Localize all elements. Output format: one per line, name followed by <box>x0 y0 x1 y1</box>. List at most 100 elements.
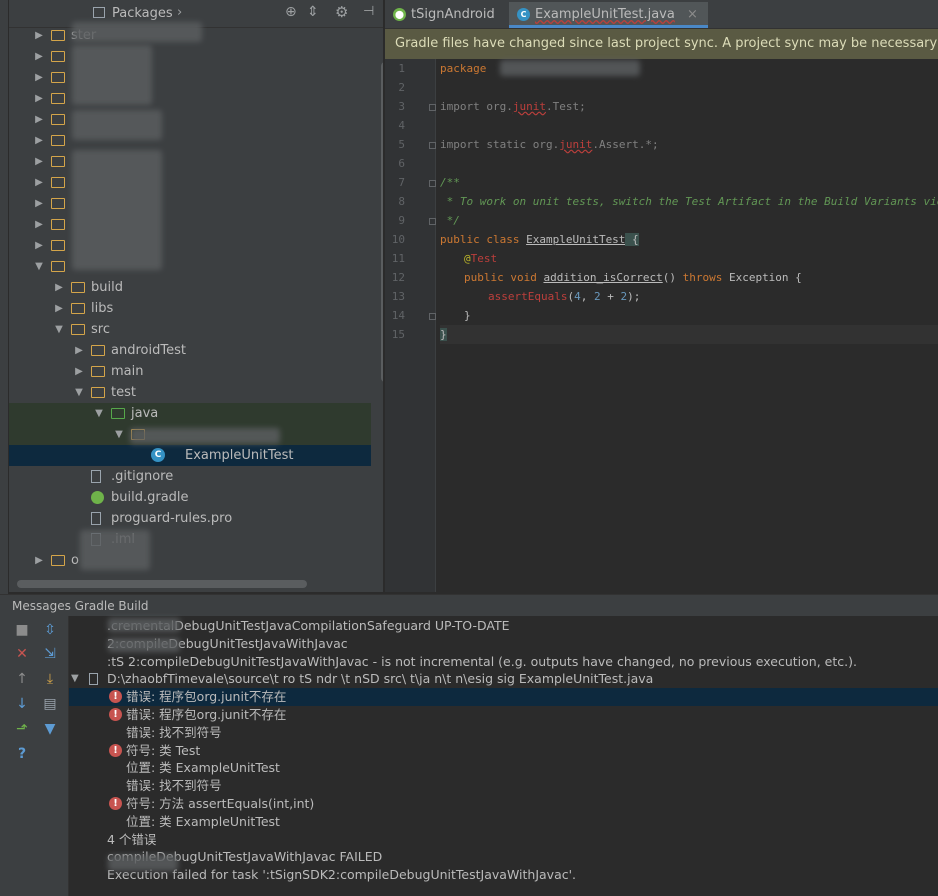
message-row[interactable]: Execution failed for task ':tSignSDK2:co… <box>69 866 938 884</box>
tree-item[interactable]: ▶ androidTest <box>9 340 371 361</box>
chevron-down-icon[interactable]: ▼ <box>73 382 85 403</box>
error-message-row[interactable]: ! 符号: 方法 assertEquals(int,int) <box>69 795 938 813</box>
next-icon[interactable]: ↓ <box>14 696 30 712</box>
error-message-row[interactable]: ! 符号: 类 Test <box>69 742 938 760</box>
tree-item[interactable]: ▼ java <box>9 403 371 424</box>
tree-item[interactable]: ▶ libs <box>9 298 371 319</box>
tree-item[interactable]: C ExampleUnitTest <box>9 445 371 466</box>
export-icon[interactable]: ⤓ <box>42 671 58 687</box>
chevron-right-icon[interactable]: ▶ <box>33 109 45 130</box>
collapse-icon[interactable]: ⇕ <box>307 4 319 20</box>
tree-item-label: .gitignore <box>111 469 174 484</box>
chevron-right-icon[interactable]: ▶ <box>33 25 45 46</box>
tree-item[interactable]: ▶ <box>9 151 371 172</box>
project-scrollbar-vertical[interactable] <box>381 62 383 382</box>
chevron-right-icon[interactable]: ▶ <box>53 277 65 298</box>
chevron-right-icon[interactable]: ▶ <box>33 235 45 256</box>
list-icon[interactable]: ▤ <box>42 696 58 712</box>
tree-item[interactable]: ▶ <box>9 235 371 256</box>
messages-list[interactable]: .crementalDebugUnitTestJavaCompilationSa… <box>69 616 938 896</box>
tree-item[interactable]: ▶ <box>9 193 371 214</box>
project-scrollbar-horizontal[interactable] <box>17 580 307 588</box>
chevron-right-icon[interactable]: ▶ <box>33 172 45 193</box>
chevron-down-icon[interactable]: ▼ <box>113 424 125 445</box>
stop-icon[interactable]: ■ <box>14 622 30 638</box>
tree-item[interactable]: ▶ <box>9 46 371 67</box>
chevron-right-icon[interactable]: ▶ <box>33 550 45 571</box>
tree-item[interactable]: ▼ src <box>9 319 371 340</box>
fold-marker-icon[interactable] <box>429 180 436 187</box>
tree-item[interactable]: ▼ test <box>9 382 371 403</box>
close-icon[interactable]: ✕ <box>14 646 30 662</box>
tab-label: tSignAndroid <box>411 7 495 22</box>
help-icon[interactable]: ? <box>14 746 30 762</box>
fold-marker-icon[interactable] <box>429 104 436 111</box>
previous-icon[interactable]: ↑ <box>14 671 30 687</box>
tab-exampleunittest[interactable]: C ExampleUnitTest.java × <box>509 2 708 28</box>
message-row[interactable]: .crementalDebugUnitTestJavaCompilationSa… <box>69 617 938 635</box>
tree-item[interactable]: ▶ o <box>9 550 371 571</box>
tree-item[interactable]: build.gradle <box>9 487 371 508</box>
chevron-right-icon[interactable]: ▶ <box>33 46 45 67</box>
error-message-row[interactable]: ! 错误: 程序包org.junit不存在 <box>69 688 938 707</box>
tree-item[interactable]: ▼ <box>9 256 371 277</box>
tree-item[interactable]: ▶ <box>9 214 371 235</box>
chevron-down-icon[interactable]: ▼ <box>93 403 105 424</box>
close-icon[interactable]: × <box>687 7 698 22</box>
chevron-right-icon[interactable]: ▶ <box>33 151 45 172</box>
gear-icon[interactable]: ⚙ <box>335 3 348 21</box>
fold-marker-icon[interactable] <box>429 313 436 320</box>
chevron-right-icon[interactable]: ▶ <box>33 88 45 109</box>
tree-item[interactable]: ▶ <box>9 67 371 88</box>
message-row[interactable]: 2:compileDebugUnitTestJavaWithJavac <box>69 635 938 653</box>
chevron-right-icon[interactable]: ▶ <box>33 214 45 235</box>
chevron-right-icon[interactable]: ▶ <box>33 130 45 151</box>
tree-item[interactable]: ▶ main <box>9 361 371 382</box>
locate-icon[interactable]: ⊕ <box>285 4 297 20</box>
messages-toolbar: ■ ⇳ ✕ ⇲ ↑ ⤓ ↓ ▤ ⬏ ▼ ? <box>0 616 69 896</box>
filter-icon[interactable]: ▼ <box>42 721 58 737</box>
chevron-down-icon[interactable]: ▼ <box>71 670 79 688</box>
left-tool-strip[interactable] <box>0 0 9 596</box>
message-row[interactable]: 位置: 类 ExampleUnitTest <box>69 759 938 777</box>
fold-marker-icon[interactable] <box>429 142 436 149</box>
tree-item[interactable]: ▶ <box>9 172 371 193</box>
chevron-right-icon[interactable]: ▶ <box>73 340 85 361</box>
chevron-down-icon[interactable]: ▼ <box>53 319 65 340</box>
message-row[interactable]: 错误: 找不到符号 <box>69 777 938 795</box>
error-message-row[interactable]: ! 错误: 程序包org.junit不存在 <box>69 706 938 724</box>
chevron-down-icon[interactable]: ▼ <box>33 256 45 277</box>
view-selector[interactable]: Packages <box>112 6 173 21</box>
tree-item[interactable]: ▶ <box>9 130 371 151</box>
code-editor[interactable]: package import org.junit.Test; import st… <box>440 59 938 592</box>
message-row[interactable]: 位置: 类 ExampleUnitTest <box>69 813 938 831</box>
message-row[interactable]: ▼ D:\zhaobfTimevale\source\t ro tS ndr \t… <box>69 670 938 688</box>
fold-marker-icon[interactable] <box>429 218 436 225</box>
message-row[interactable]: :tS 2:compileDebugUnitTestJavaWithJavac … <box>69 653 938 671</box>
tree-item[interactable]: .iml <box>9 529 371 550</box>
redacted-blur <box>130 428 280 444</box>
tree-item[interactable]: ▶ <box>9 109 371 130</box>
tree-item[interactable]: proguard-rules.pro <box>9 508 371 529</box>
chevron-right-icon[interactable]: ▶ <box>33 193 45 214</box>
message-row[interactable]: compileDebugUnitTestJavaWithJavac FAILED <box>69 848 938 866</box>
chevron-right-icon[interactable]: ▶ <box>33 67 45 88</box>
line-number: 11 <box>391 252 405 265</box>
chevron-right-icon[interactable]: ▶ <box>53 298 65 319</box>
tree-item[interactable]: ▶ <box>9 88 371 109</box>
message-row[interactable]: 错误: 找不到符号 <box>69 724 938 742</box>
chevron-right-icon[interactable]: ▶ <box>73 361 85 382</box>
tree-item[interactable]: ▶ build <box>9 277 371 298</box>
message-row[interactable]: 4 个错误 <box>69 831 938 849</box>
tree-item[interactable]: .gitignore <box>9 466 371 487</box>
line-number: 6 <box>398 157 405 170</box>
chevron-right-icon[interactable]: › <box>177 5 182 20</box>
project-tree[interactable]: ▶ster▶▶▶▶▶▶▶▶▶▶▼▶build▶libs▼src▶androidT… <box>9 24 383 584</box>
expand-all-icon[interactable]: ⇳ <box>42 622 58 638</box>
open-source-icon[interactable]: ⬏ <box>14 721 30 737</box>
folder-icon <box>51 261 65 272</box>
hide-icon[interactable]: ⊣ <box>363 4 374 19</box>
tree-item-label: test <box>111 385 136 400</box>
collapse-all-icon[interactable]: ⇲ <box>42 646 58 662</box>
tab-tsignandroid[interactable]: ⬤ tSignAndroid <box>385 2 505 27</box>
